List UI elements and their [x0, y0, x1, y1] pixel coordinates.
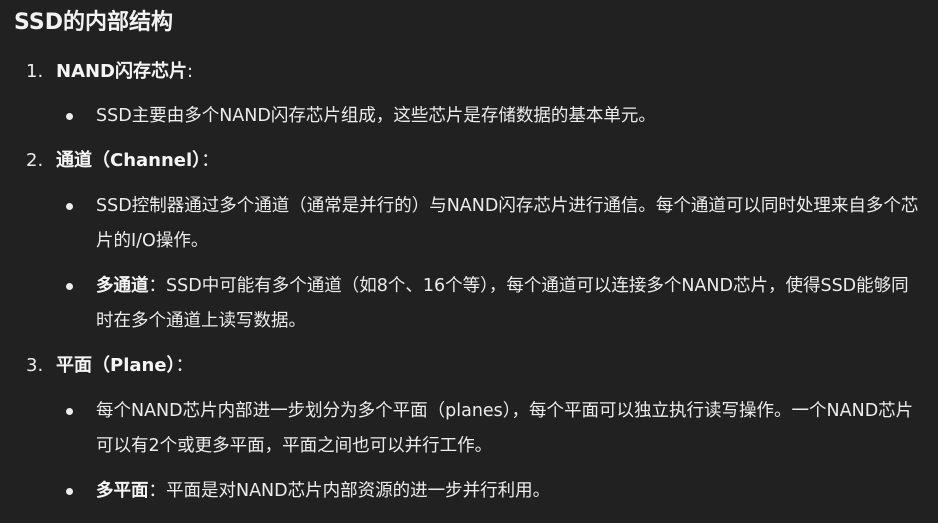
section-heading-suffix: : [187, 61, 194, 82]
section-heading: 平面（Plane）： [56, 353, 194, 379]
section-heading: NAND闪存芯片: [56, 59, 193, 85]
bullet-text: 每个NAND芯片内部进一步划分为多个平面（planes），每个平面可以独立执行读… [96, 401, 914, 456]
list-item: 每个NAND芯片内部进一步划分为多个平面（planes），每个平面可以独立执行读… [96, 394, 926, 464]
bullet-dot [66, 408, 73, 415]
bullet-dot [66, 203, 73, 210]
bullet-text: ：SSD中可能有多个通道（如8个、16个等），每个通道可以连接多个NAND芯片，… [96, 276, 909, 331]
bullet-bold: 多通道 [96, 276, 149, 296]
list-number: 2. [26, 150, 44, 171]
section-heading: 通道（Channel）： [56, 148, 219, 174]
bullet-dot [66, 283, 73, 290]
list-item: SSD控制器通过多个通道（通常是并行的）与NAND闪存芯片进行通信。每个通道可以… [96, 189, 926, 259]
bullet-dot [66, 113, 73, 120]
list-number: 1. [26, 61, 44, 82]
list-item: 多平面：平面是对NAND芯片内部资源的进一步并行利用。 [96, 474, 926, 509]
section-heading-label: NAND闪存芯片 [56, 61, 188, 82]
section-heading-suffix: ： [175, 355, 194, 376]
bullet-bold: 多平面 [96, 481, 149, 501]
document: SSD的内部结构 1. NAND闪存芯片: SSD主要由多个NAND闪存芯片组成… [0, 0, 938, 523]
list-item: 多通道：SSD中可能有多个通道（如8个、16个等），每个通道可以连接多个NAND… [96, 269, 926, 339]
bullet-text: SSD主要由多个NAND闪存芯片组成，这些芯片是存储数据的基本单元。 [96, 106, 656, 126]
list-item: SSD主要由多个NAND闪存芯片组成，这些芯片是存储数据的基本单元。 [96, 99, 926, 134]
section-heading-label: 平面（Plane） [56, 355, 176, 376]
page-title: SSD的内部结构 [14, 10, 173, 35]
section-heading-label: 通道（Channel） [56, 150, 202, 171]
bullet-text: SSD控制器通过多个通道（通常是并行的）与NAND闪存芯片进行通信。每个通道可以… [96, 196, 919, 251]
bullet-text: ：平面是对NAND芯片内部资源的进一步并行利用。 [148, 481, 551, 501]
section-heading-suffix: ： [201, 150, 220, 171]
bullet-dot [66, 488, 73, 495]
list-number: 3. [26, 355, 44, 376]
